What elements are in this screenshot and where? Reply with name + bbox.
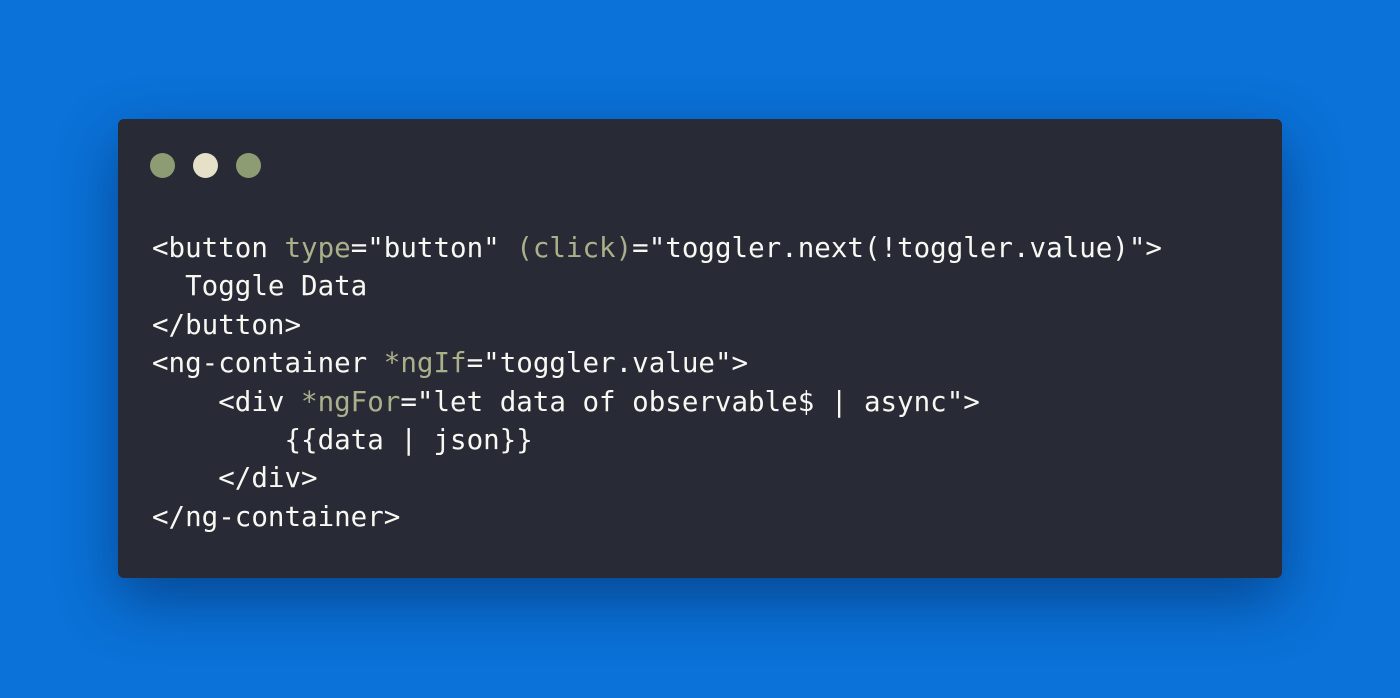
- code-block: <button type="button" (click)="toggler.n…: [152, 229, 1162, 536]
- code-text: </ng-container>: [152, 500, 401, 533]
- window-dot-2[interactable]: [193, 153, 218, 178]
- code-line: </button>: [152, 306, 1162, 344]
- code-text: ="let data of observable$ | async">: [400, 385, 980, 418]
- code-attribute: (click): [516, 232, 633, 264]
- code-window: <button type="button" (click)="toggler.n…: [118, 119, 1282, 578]
- code-line: Toggle Data: [152, 267, 1162, 305]
- code-attribute: type: [284, 232, 351, 264]
- code-text: <div: [152, 385, 302, 418]
- window-dot-1[interactable]: [150, 153, 175, 178]
- code-attribute: *ngIf: [383, 347, 467, 380]
- code-attribute: *ngFor: [301, 385, 401, 418]
- code-text: ="button": [350, 232, 517, 264]
- code-text: <button: [152, 232, 285, 264]
- code-line: </ng-container>: [152, 498, 1162, 536]
- code-text: </button>: [152, 308, 302, 341]
- code-line: <ng-container *ngIf="toggler.value">: [152, 344, 1162, 382]
- window-dot-3[interactable]: [236, 153, 261, 178]
- code-text: ="toggler.next(!toggler.value)">: [632, 232, 1162, 264]
- code-line: </div>: [152, 459, 1162, 497]
- code-text: </div>: [152, 462, 318, 495]
- code-line: <div *ngFor="let data of observable$ | a…: [152, 383, 1162, 421]
- code-text: {{data | json}}: [152, 423, 533, 456]
- code-text: <ng-container: [152, 347, 384, 380]
- window-controls: [150, 153, 261, 178]
- code-line: {{data | json}}: [152, 421, 1162, 459]
- code-text: Toggle Data: [152, 270, 368, 303]
- code-text: ="toggler.value">: [466, 347, 749, 380]
- code-line: <button type="button" (click)="toggler.n…: [152, 229, 1162, 267]
